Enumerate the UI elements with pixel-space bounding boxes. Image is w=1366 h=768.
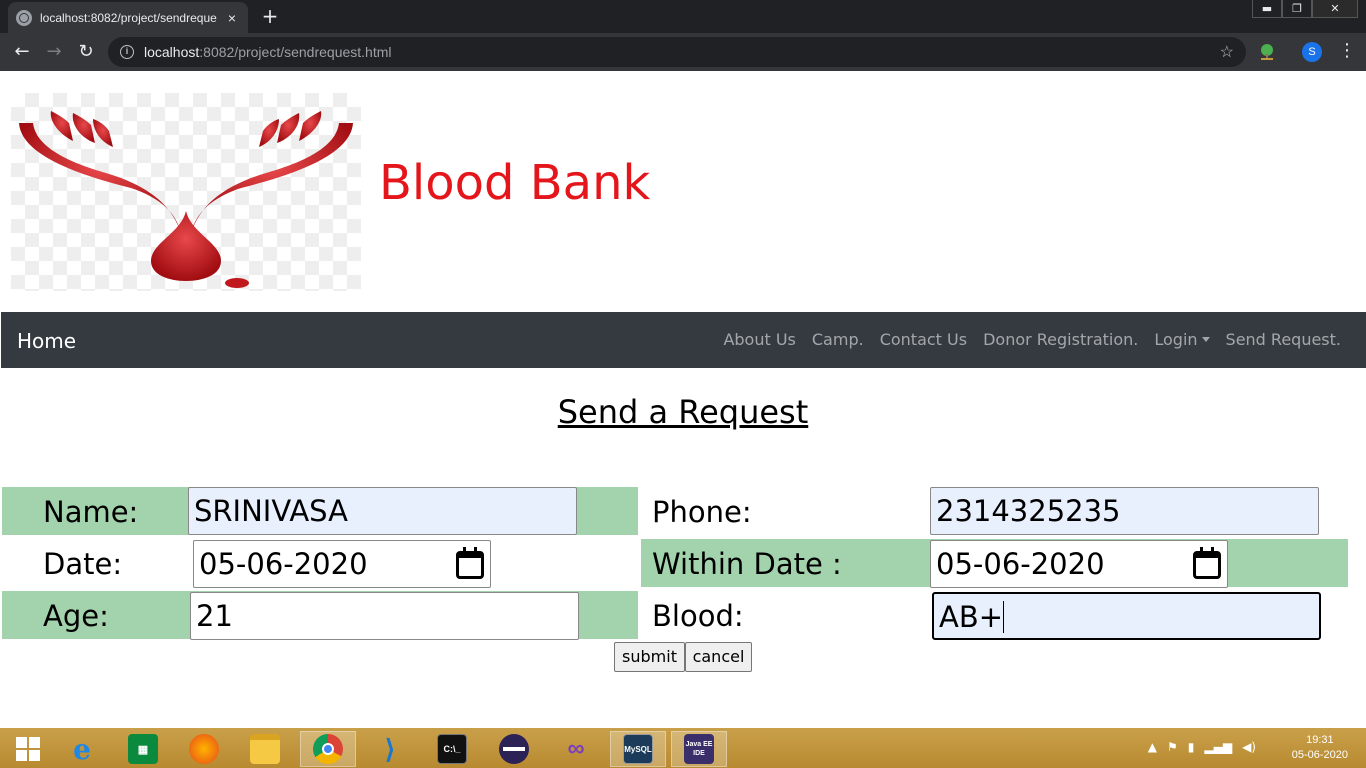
url-path: :8082/project/sendrequest.html [199, 44, 392, 60]
blood-input[interactable]: AB+ [932, 592, 1321, 640]
nav-login-label: Login [1154, 330, 1198, 349]
new-tab-button[interactable]: + [258, 4, 282, 28]
browser-tab-bar: localhost:8082/project/sendreque × + ▬ ❐… [0, 0, 1366, 33]
clock-date: 05-06-2020 [1291, 749, 1348, 761]
store-icon[interactable]: ▦ [115, 731, 171, 767]
taskbar-clock[interactable]: 19:31 05-06-2020 [1292, 733, 1348, 763]
restore-button[interactable]: ❐ [1282, 0, 1312, 18]
tab-close-icon[interactable]: × [224, 10, 240, 26]
age-input[interactable]: 21 [190, 592, 579, 640]
within-date-label: Within Date : [652, 547, 842, 581]
info-icon[interactable]: i [120, 45, 134, 59]
action-center-flag-icon[interactable]: ⚑ [1167, 740, 1178, 754]
cancel-button[interactable]: cancel [685, 642, 752, 672]
nav-camp[interactable]: Camp. [812, 330, 864, 349]
blood-label: Blood: [652, 599, 744, 633]
main-navbar: Home About Us Camp. Contact Us Donor Reg… [1, 312, 1366, 368]
nav-login-dropdown[interactable]: Login [1154, 330, 1210, 349]
mysql-icon[interactable]: MySQL [610, 731, 666, 767]
within-date-input[interactable]: 05-06-2020 [930, 540, 1228, 588]
extension-tree-icon[interactable] [1258, 43, 1276, 61]
windows-taskbar: e ▦ ⟩ C:\_ ∞ MySQL Java EE IDE ▲ ⚑ ▮ ▂▄▆… [0, 728, 1366, 768]
internet-explorer-icon[interactable]: e [54, 731, 110, 767]
back-button[interactable]: ← [10, 40, 34, 64]
text-cursor [1003, 601, 1005, 633]
nav-contact-us[interactable]: Contact Us [880, 330, 967, 349]
submit-button[interactable]: submit [614, 642, 685, 672]
nav-donor-registration[interactable]: Donor Registration. [983, 330, 1138, 349]
firefox-icon[interactable] [176, 731, 232, 767]
nav-send-request[interactable]: Send Request. [1226, 330, 1341, 349]
eclipse-icon[interactable] [486, 731, 542, 767]
page-heading: Send a Request [557, 393, 809, 431]
bookmark-star-icon[interactable]: ☆ [1220, 42, 1234, 62]
browser-toolbar: ← → ↻ i localhost:8082/project/sendreque… [0, 33, 1366, 71]
blood-bank-logo [11, 93, 361, 291]
page-content: Blood Bank Home About Us Camp. Contact U… [0, 71, 1366, 728]
url-host: localhost [144, 44, 200, 60]
vscode-icon[interactable]: ⟩ [362, 731, 418, 767]
battery-icon[interactable]: ▮ [1188, 740, 1195, 754]
site-title: Blood Bank [379, 155, 651, 211]
blood-input-value: AB+ [939, 600, 1004, 634]
clock-time: 19:31 [1306, 734, 1334, 746]
phone-input[interactable]: 2314325235 [930, 487, 1319, 535]
age-label: Age: [43, 599, 109, 633]
name-label: Name: [43, 495, 139, 529]
browser-menu-icon[interactable]: ⋮ [1338, 40, 1356, 64]
network-signal-icon[interactable]: ▂▄▆ [1204, 740, 1232, 754]
profile-avatar[interactable]: S [1302, 42, 1322, 62]
volume-icon[interactable]: ◀) [1242, 740, 1256, 754]
phone-label: Phone: [652, 495, 752, 529]
reload-button[interactable]: ↻ [74, 40, 98, 64]
forward-button[interactable]: → [42, 40, 66, 64]
date-input[interactable]: 05-06-2020 [193, 540, 491, 588]
calendar-icon[interactable] [1193, 547, 1221, 579]
chrome-icon[interactable] [300, 731, 356, 767]
java-ee-ide-icon[interactable]: Java EE IDE [671, 731, 727, 767]
date-input-value: 05-06-2020 [199, 547, 368, 581]
globe-icon [16, 9, 32, 26]
system-tray: ▲ ⚑ ▮ ▂▄▆ ◀) [1148, 740, 1256, 754]
close-window-button[interactable]: ✕ [1312, 0, 1358, 18]
minimize-button[interactable]: ▬ [1252, 0, 1282, 18]
browser-tab[interactable]: localhost:8082/project/sendreque × [8, 2, 248, 33]
calendar-icon[interactable] [456, 547, 484, 579]
show-hidden-icons-icon[interactable]: ▲ [1148, 740, 1157, 754]
address-bar[interactable]: i localhost:8082/project/sendrequest.htm… [108, 37, 1246, 67]
tab-title: localhost:8082/project/sendreque [40, 10, 217, 25]
window-controls: ▬ ❐ ✕ [1252, 0, 1358, 18]
file-explorer-icon[interactable] [237, 731, 293, 767]
within-date-input-value: 05-06-2020 [936, 547, 1105, 581]
windows-start-icon[interactable] [0, 731, 56, 767]
date-label: Date: [43, 547, 123, 581]
nav-about-us[interactable]: About Us [723, 330, 795, 349]
nav-links: About Us Camp. Contact Us Donor Registra… [723, 330, 1341, 349]
nav-home[interactable]: Home [17, 329, 76, 353]
cmd-icon[interactable]: C:\_ [424, 731, 480, 767]
caret-down-icon [1201, 337, 1210, 342]
name-input[interactable]: SRINIVASA [188, 487, 577, 535]
visual-studio-icon[interactable]: ∞ [548, 731, 604, 767]
